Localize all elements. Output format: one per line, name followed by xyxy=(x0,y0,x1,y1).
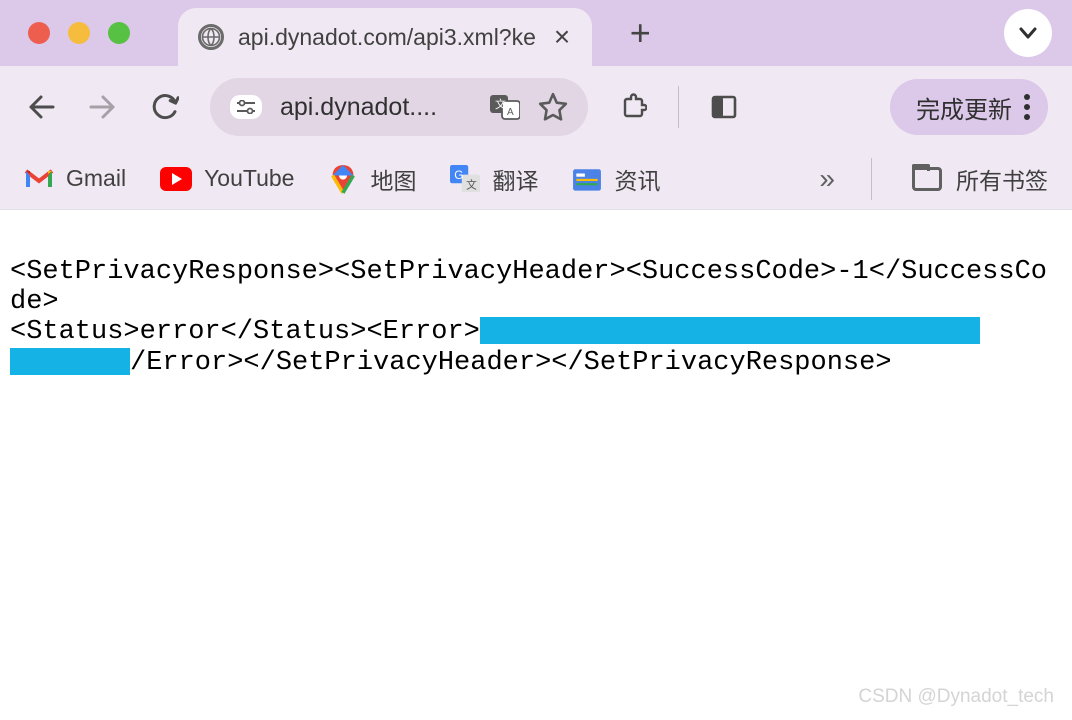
back-button[interactable] xyxy=(24,90,58,124)
forward-button[interactable] xyxy=(86,90,120,124)
window-controls xyxy=(28,22,130,44)
reload-button[interactable] xyxy=(148,90,182,124)
star-icon xyxy=(538,92,568,122)
toolbar: api.dynadot.... 文A 完成更新 xyxy=(0,66,1072,148)
translate-button[interactable]: 文A xyxy=(490,92,520,122)
chevron-down-icon xyxy=(1018,23,1038,43)
svg-text:文: 文 xyxy=(467,178,478,191)
svg-text:A: A xyxy=(507,107,514,118)
tab-title: api.dynadot.com/api3.xml?ke xyxy=(238,24,536,51)
update-label: 完成更新 xyxy=(916,90,1012,125)
address-bar[interactable]: api.dynadot.... 文A xyxy=(210,78,588,136)
reload-icon xyxy=(151,93,179,121)
browser-tab[interactable]: api.dynadot.com/api3.xml?ke × xyxy=(178,8,592,66)
bookmark-news[interactable]: 资讯 xyxy=(572,162,660,196)
bookmarks-overflow-button[interactable]: » xyxy=(819,163,831,195)
bookmarks-bar: Gmail YouTube 地图 G文 翻译 资讯 » 所有书签 xyxy=(0,148,1072,210)
tune-icon xyxy=(236,100,256,114)
minimize-window-button[interactable] xyxy=(68,22,90,44)
site-settings-button[interactable] xyxy=(230,95,262,119)
arrow-left-icon xyxy=(27,93,55,121)
page-content: <SetPrivacyResponse><SetPrivacyHeader><S… xyxy=(0,210,1072,427)
puzzle-icon xyxy=(619,93,647,121)
tab-strip: api.dynadot.com/api3.xml?ke × + xyxy=(0,0,1072,66)
google-translate-icon: G文 xyxy=(450,166,480,192)
svg-text:G: G xyxy=(455,169,464,182)
url-text: api.dynadot.... xyxy=(280,93,472,122)
bookmark-translate[interactable]: G文 翻译 xyxy=(450,162,538,196)
extensions-button[interactable] xyxy=(616,90,650,124)
svg-text:文: 文 xyxy=(495,97,506,111)
bookmark-gmail[interactable]: Gmail xyxy=(24,165,126,192)
watermark: CSDN @Dynadot_tech xyxy=(858,686,1054,708)
bookmark-button[interactable] xyxy=(538,92,568,122)
youtube-icon xyxy=(160,167,192,191)
redacted-block xyxy=(10,348,130,375)
arrow-right-icon xyxy=(89,93,117,121)
xml-text: <SetPrivacyResponse><SetPrivacyHeader><S… xyxy=(10,257,1047,317)
redacted-block xyxy=(480,317,980,344)
update-button[interactable]: 完成更新 xyxy=(890,79,1048,135)
bookmark-youtube[interactable]: YouTube xyxy=(160,165,294,192)
all-bookmarks-label: 所有书签 xyxy=(956,162,1048,196)
news-icon xyxy=(572,166,602,192)
gmail-icon xyxy=(24,166,54,192)
bookmark-label: Gmail xyxy=(66,165,126,192)
bookmark-label: 资讯 xyxy=(614,162,660,196)
new-tab-button[interactable]: + xyxy=(620,12,660,54)
side-panel-button[interactable] xyxy=(707,90,741,124)
divider xyxy=(871,158,872,200)
translate-icon: 文A xyxy=(490,93,520,121)
divider xyxy=(678,86,679,128)
side-panel-icon xyxy=(710,93,738,121)
xml-text: <Status>error</Status><Error> xyxy=(10,317,480,347)
close-tab-button[interactable]: × xyxy=(550,21,574,53)
globe-icon xyxy=(198,24,224,50)
close-window-button[interactable] xyxy=(28,22,50,44)
tab-search-button[interactable] xyxy=(1004,9,1052,57)
all-bookmarks-button[interactable]: 所有书签 xyxy=(912,162,1048,196)
bookmark-label: 翻译 xyxy=(492,162,538,196)
bookmark-label: YouTube xyxy=(204,165,294,192)
bookmark-maps[interactable]: 地图 xyxy=(328,162,416,196)
maps-icon xyxy=(328,166,358,192)
maximize-window-button[interactable] xyxy=(108,22,130,44)
xml-text: /Error></SetPrivacyHeader></SetPrivacyRe… xyxy=(130,348,892,378)
folder-icon xyxy=(912,167,942,191)
bookmark-label: 地图 xyxy=(370,162,416,196)
menu-icon xyxy=(1024,94,1030,120)
